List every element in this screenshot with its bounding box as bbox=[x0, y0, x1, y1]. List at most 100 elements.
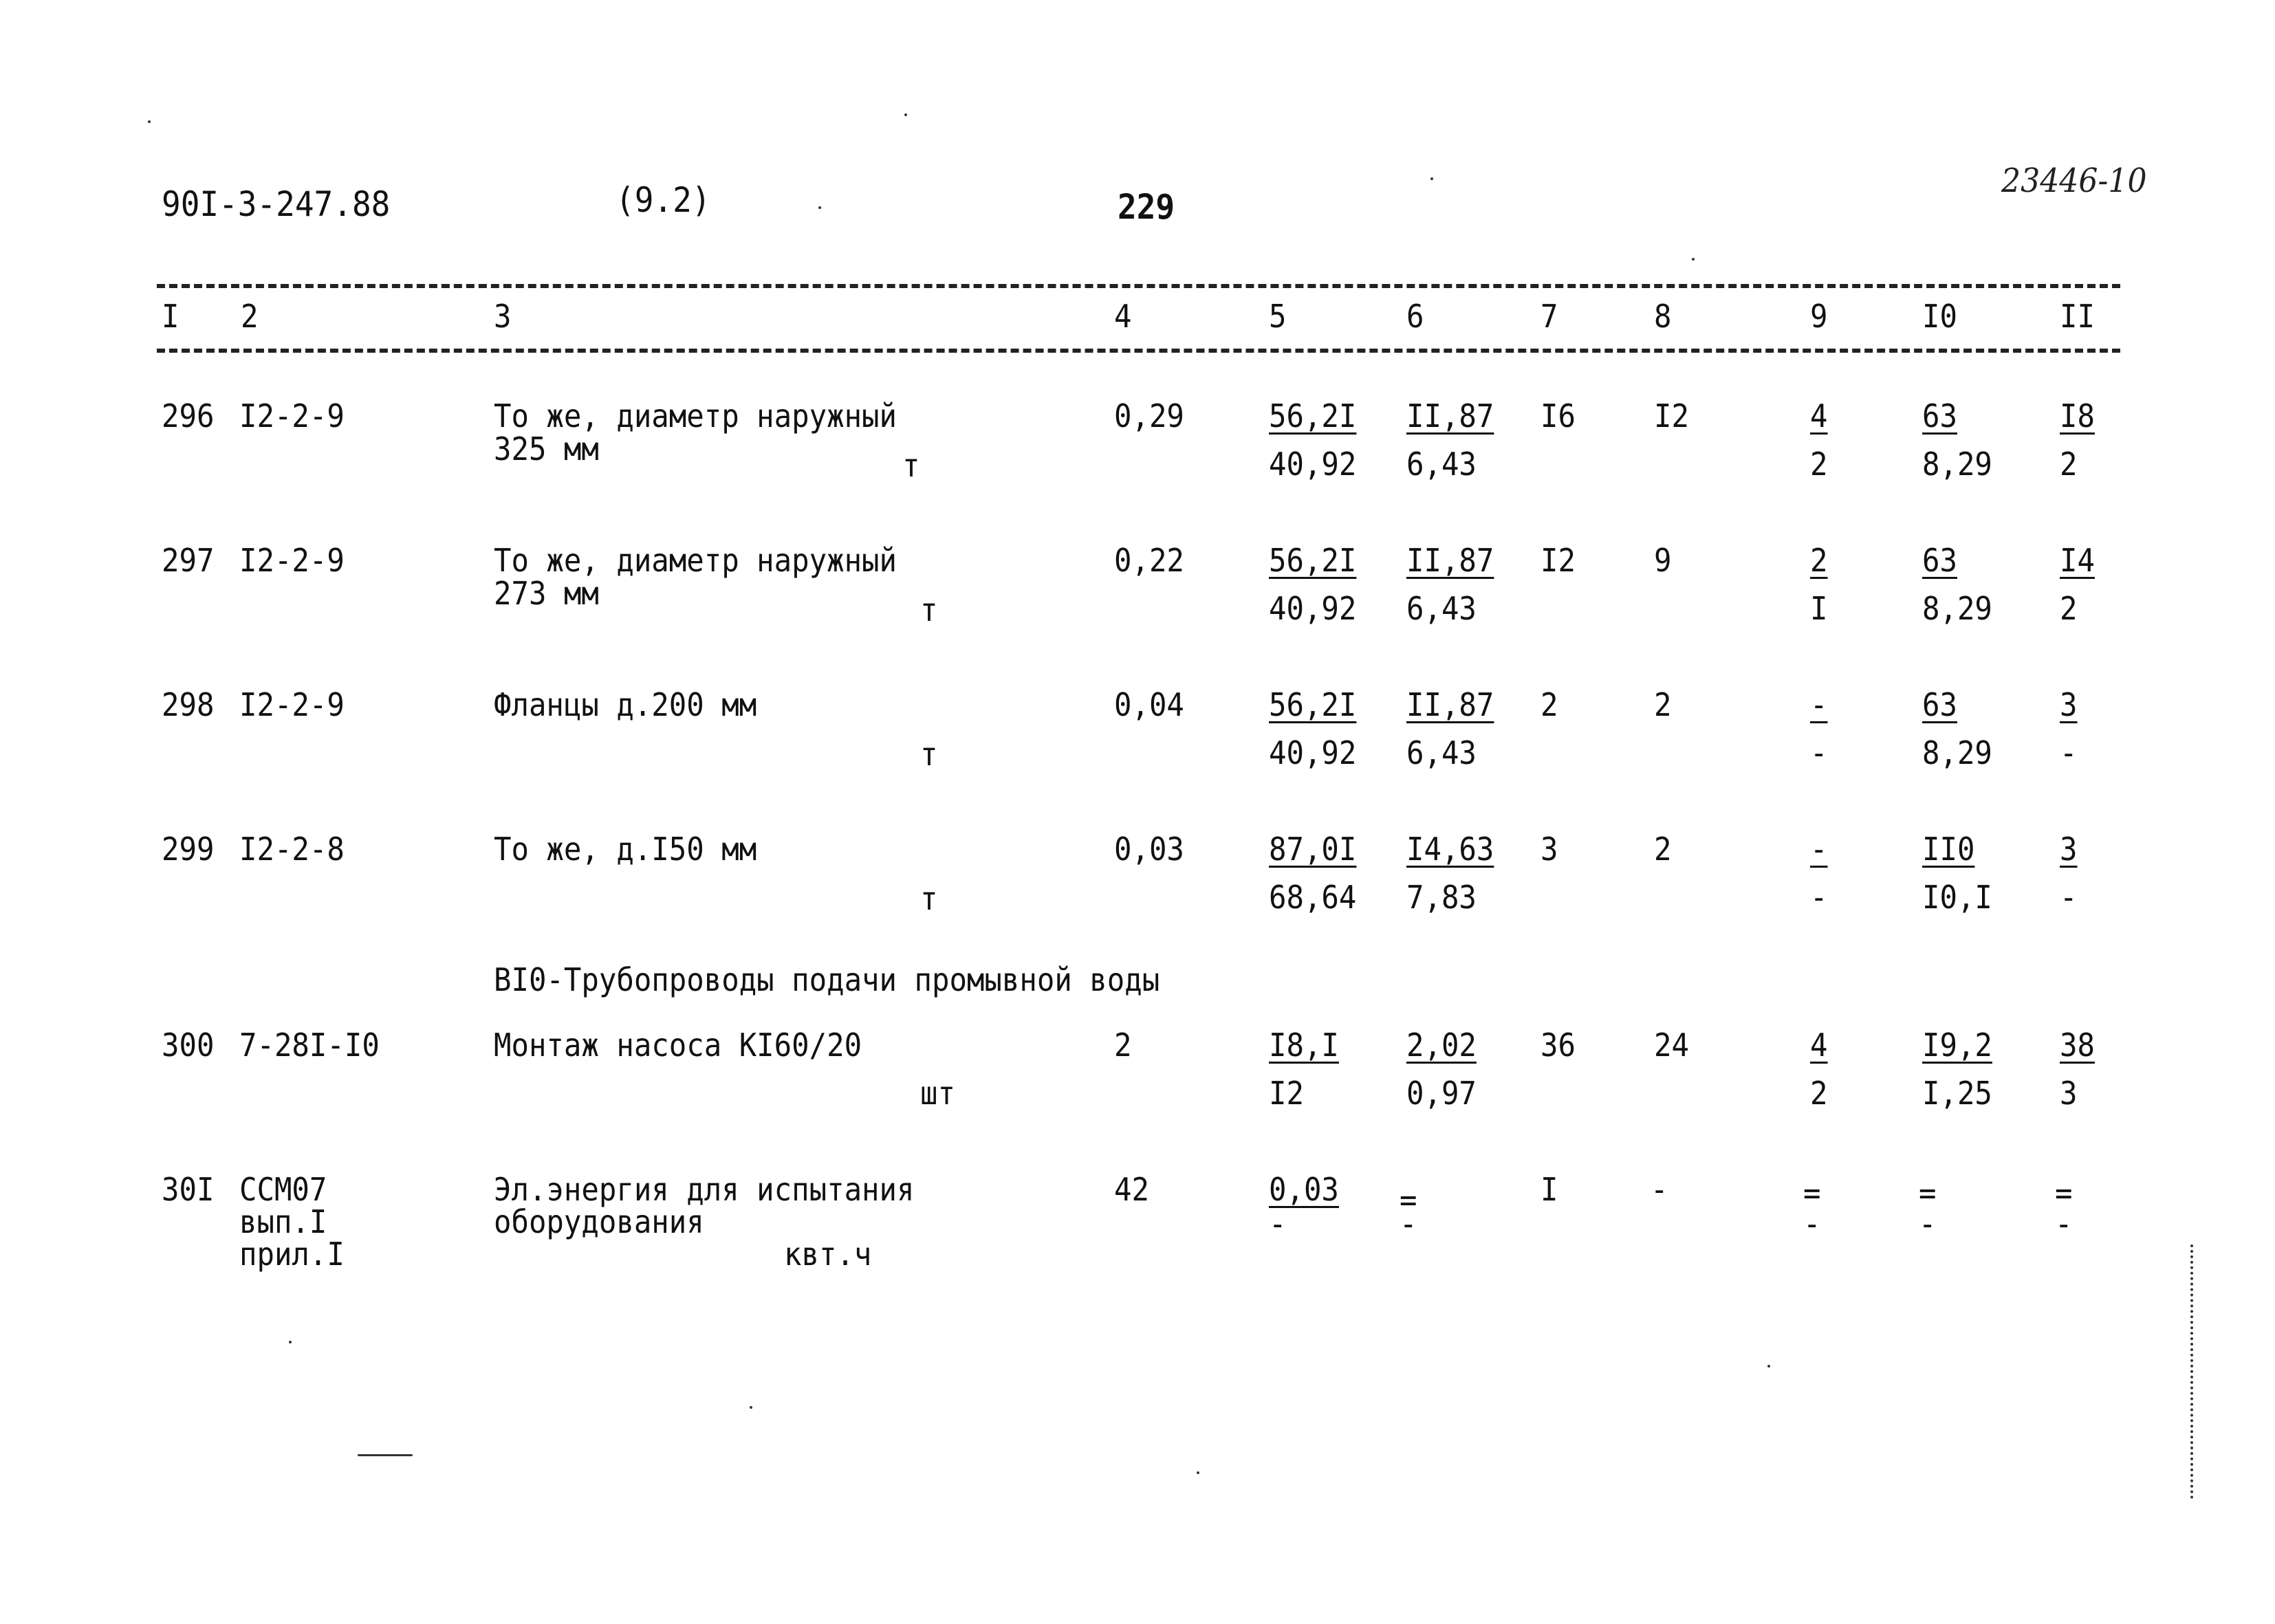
row-col7: I bbox=[1541, 1171, 1558, 1208]
row-reference-line2: вып.I bbox=[239, 1203, 327, 1240]
row-col9-bottom: - bbox=[1810, 734, 1828, 771]
archive-stamp: 23446-10 bbox=[2001, 162, 2147, 200]
row-number: 298 bbox=[162, 686, 215, 723]
row-col7: I6 bbox=[1541, 397, 1576, 435]
column-header-11: II bbox=[2060, 298, 2095, 335]
row-col10-bottom: 8,29 bbox=[1922, 734, 1992, 771]
row-unit: квт.ч bbox=[784, 1236, 872, 1273]
row-description: Эл.энергия для испытания bbox=[494, 1171, 915, 1208]
row-quantity: 0,03 bbox=[1114, 831, 1184, 868]
section-reference: (9.2) bbox=[616, 180, 711, 220]
row-col6-bottom: 6,43 bbox=[1406, 734, 1477, 771]
row-col5-top: 0,03 bbox=[1269, 1171, 1339, 1208]
scan-speck bbox=[148, 120, 151, 123]
row-col9-top: 4 bbox=[1810, 397, 1828, 435]
scan-margin-line bbox=[2190, 1244, 2193, 1499]
row-col5-bottom: I2 bbox=[1269, 1075, 1304, 1112]
row-reference: ССМ07 bbox=[239, 1171, 327, 1208]
row-col9-top: - bbox=[1810, 686, 1828, 723]
row-col7: 36 bbox=[1541, 1027, 1576, 1064]
row-description: То же, д.I50 мм bbox=[494, 831, 757, 868]
scan-speck bbox=[358, 1454, 413, 1456]
row-col8: 2 bbox=[1654, 686, 1672, 723]
row-col11-top: I8 bbox=[2060, 397, 2095, 435]
row-description: То же, диаметр наружный bbox=[494, 542, 897, 579]
row-description: Монтаж насоса КI60/20 bbox=[494, 1027, 862, 1064]
scan-speck bbox=[750, 1406, 752, 1409]
row-col10-top: II0 bbox=[1922, 831, 1975, 868]
row-reference-line3: прил.I bbox=[239, 1236, 345, 1273]
row-col8: - bbox=[1651, 1171, 1668, 1208]
header-top-divider bbox=[157, 284, 2120, 288]
row-quantity: 0,22 bbox=[1114, 542, 1184, 579]
row-reference: I2-2-9 bbox=[239, 397, 345, 435]
row-col11-top: 38 bbox=[2060, 1027, 2095, 1064]
row-col6-top: II,87 bbox=[1406, 397, 1494, 435]
row-col5-top: 56,2I bbox=[1269, 542, 1357, 579]
row-col5-top: I8,I bbox=[1269, 1027, 1339, 1064]
row-col5-bottom: 40,92 bbox=[1269, 590, 1357, 627]
row-col6-bottom: 7,83 bbox=[1406, 879, 1477, 916]
row-reference: I2-2-9 bbox=[239, 686, 345, 723]
row-col9-bottom: I bbox=[1810, 590, 1828, 627]
row-col11-top: I4 bbox=[2060, 542, 2095, 579]
row-col9-top: 4 bbox=[1810, 1027, 1828, 1064]
row-col5-bottom: 68,64 bbox=[1269, 879, 1357, 916]
row-col11-top: 3 bbox=[2060, 686, 2078, 723]
row-col6-bottom: 6,43 bbox=[1406, 590, 1477, 627]
row-col9-top: 2 bbox=[1810, 542, 1828, 579]
row-col10-top: 63 bbox=[1922, 686, 1957, 723]
row-reference: I2-2-9 bbox=[239, 542, 345, 579]
row-col11-bottom: - bbox=[2060, 879, 2078, 916]
row-col5-bottom: 40,92 bbox=[1269, 734, 1357, 771]
column-header-8: 8 bbox=[1654, 298, 1672, 335]
row-col7: I2 bbox=[1541, 542, 1576, 579]
column-header-1: I bbox=[162, 298, 179, 335]
row-col10-top: 63 bbox=[1922, 397, 1957, 435]
row-col10-bottom: - bbox=[1919, 1205, 1937, 1242]
column-header-10: I0 bbox=[1922, 298, 1957, 335]
row-description: Фланцы д.200 мм bbox=[494, 686, 757, 723]
row-description-line2: 273 мм bbox=[494, 575, 599, 612]
row-number: 299 bbox=[162, 831, 215, 868]
row-col5-top: 56,2I bbox=[1269, 686, 1357, 723]
row-col5-bottom: 40,92 bbox=[1269, 446, 1357, 483]
column-header-9: 9 bbox=[1810, 298, 1828, 335]
row-number: 296 bbox=[162, 397, 215, 435]
row-col6-bottom: 0,97 bbox=[1406, 1075, 1477, 1112]
row-col9-bottom: 2 bbox=[1810, 1075, 1828, 1112]
row-reference: 7-28I-I0 bbox=[239, 1027, 380, 1064]
row-number: 297 bbox=[162, 542, 215, 579]
row-col6-bottom: 6,43 bbox=[1406, 446, 1477, 483]
header-bottom-divider bbox=[157, 349, 2120, 353]
column-header-7: 7 bbox=[1541, 298, 1558, 335]
row-col8: I2 bbox=[1654, 397, 1689, 435]
row-quantity: 0,04 bbox=[1114, 686, 1184, 723]
row-col11-bottom: 2 bbox=[2060, 590, 2078, 627]
scan-speck bbox=[289, 1341, 292, 1343]
row-col11-bottom: - bbox=[2060, 734, 2078, 771]
row-col8: 24 bbox=[1654, 1027, 1689, 1064]
row-unit: т bbox=[902, 447, 920, 484]
row-col7: 2 bbox=[1541, 686, 1558, 723]
row-col8: 9 bbox=[1654, 542, 1672, 579]
row-col5-top: 56,2I bbox=[1269, 397, 1357, 435]
row-col5-top: 87,0I bbox=[1269, 831, 1357, 868]
column-header-4: 4 bbox=[1114, 298, 1132, 335]
row-col6-bottom: - bbox=[1400, 1205, 1417, 1242]
row-col6-top: I4,63 bbox=[1406, 831, 1494, 868]
scan-speck bbox=[1430, 177, 1433, 180]
row-col11-top: 3 bbox=[2060, 831, 2078, 868]
row-col10-top: I9,2 bbox=[1922, 1027, 1992, 1064]
row-col10-bottom: 8,29 bbox=[1922, 446, 1992, 483]
row-reference: I2-2-8 bbox=[239, 831, 345, 868]
row-col9-bottom: 2 bbox=[1810, 446, 1828, 483]
row-col11-bottom: 3 bbox=[2060, 1075, 2078, 1112]
row-description: То же, диаметр наружный bbox=[494, 397, 897, 435]
column-header-6: 6 bbox=[1406, 298, 1424, 335]
row-col6-top: II,87 bbox=[1406, 686, 1494, 723]
scan-speck bbox=[818, 206, 821, 209]
row-col5-bottom: - bbox=[1269, 1205, 1287, 1242]
row-col10-top: 63 bbox=[1922, 542, 1957, 579]
scan-speck bbox=[1197, 1471, 1199, 1474]
